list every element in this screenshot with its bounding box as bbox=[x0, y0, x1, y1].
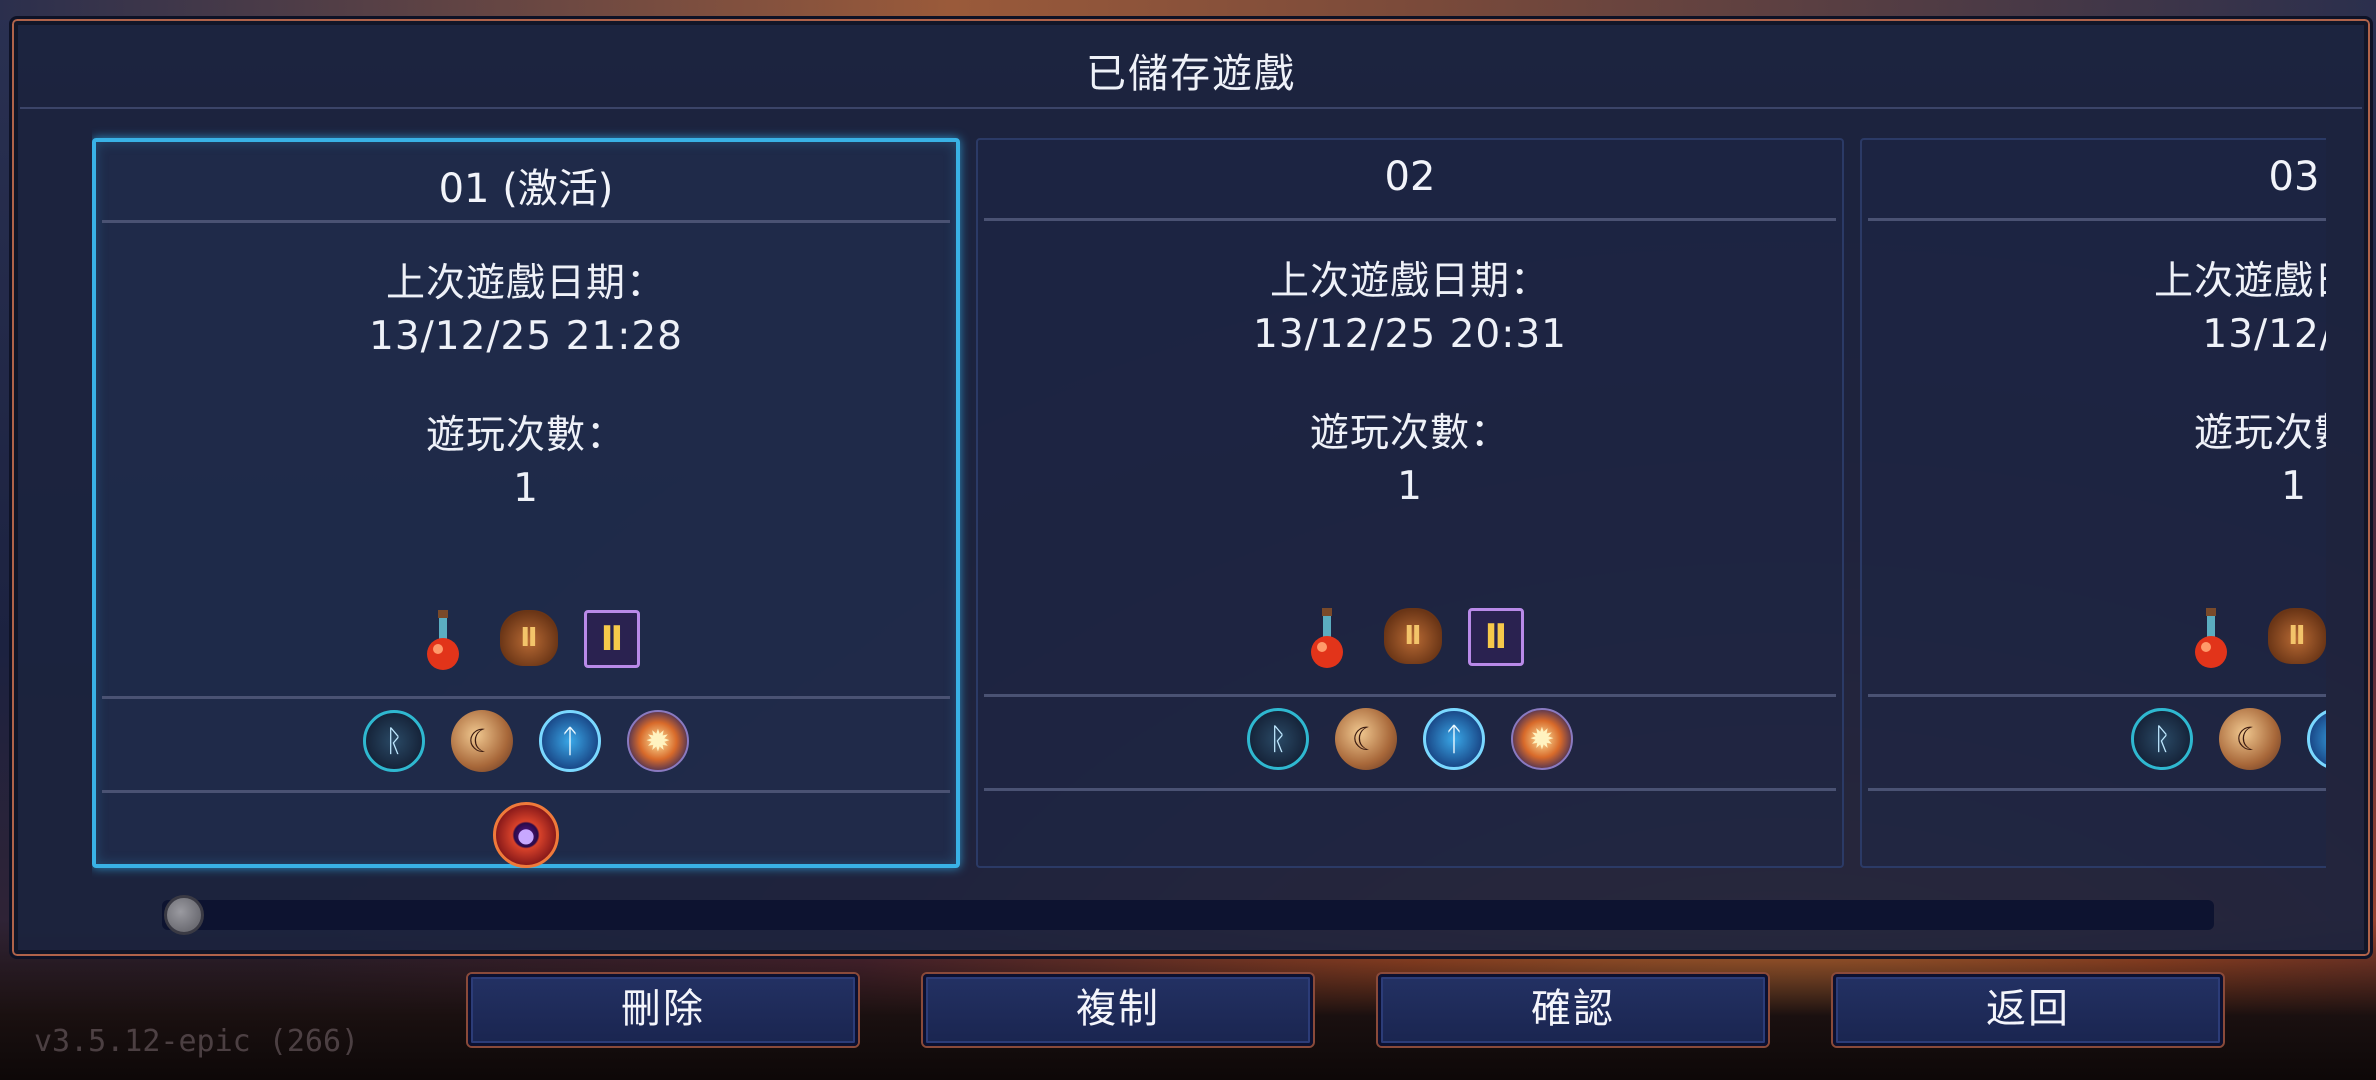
money-bag-icon: Ⅱ bbox=[1384, 608, 1442, 664]
play-count-label: 遊玩次數： bbox=[2193, 411, 2326, 456]
last-played-value: 13/12/25 bbox=[2202, 312, 2326, 357]
scroll-level-icon: Ⅱ bbox=[584, 610, 640, 668]
rune-icon: ᚱ bbox=[1247, 708, 1309, 770]
divider bbox=[102, 220, 950, 223]
confirm-button[interactable]: 確認 bbox=[1378, 974, 1768, 1046]
scroll-level-icon: Ⅱ bbox=[1468, 608, 1524, 666]
save-slot-01[interactable]: 01 (激活) 上次遊戲日期： 13/12/25 21:28 遊玩次數： 1 Ⅱ… bbox=[92, 138, 960, 868]
blue-rune-icon: ᛏ bbox=[2307, 708, 2326, 770]
divider bbox=[984, 788, 1836, 791]
title-divider bbox=[20, 107, 2362, 109]
slot-header: 02 bbox=[1384, 154, 1436, 200]
consumables-row: Ⅱ Ⅱ bbox=[978, 608, 1842, 670]
last-played-label: 上次遊戲日期： bbox=[1269, 259, 1550, 304]
rune-icon: ᚱ bbox=[2131, 708, 2193, 770]
panel-title: 已儲存遊戲 bbox=[1086, 51, 1296, 97]
last-played-value: 13/12/25 20:31 bbox=[1253, 312, 1567, 357]
last-played-label: 上次遊戲日期： bbox=[385, 261, 666, 306]
money-bag-icon: Ⅱ bbox=[2268, 608, 2326, 664]
copy-button[interactable]: 複制 bbox=[923, 974, 1313, 1046]
last-played-value: 13/12/25 21:28 bbox=[369, 314, 683, 359]
divider bbox=[984, 694, 1836, 697]
divider bbox=[102, 696, 950, 699]
play-count-value: 1 bbox=[1397, 464, 1423, 509]
save-slots-viewport: 01 (激活) 上次遊戲日期： 13/12/25 21:28 遊玩次數： 1 Ⅱ… bbox=[92, 119, 2326, 879]
delete-button[interactable]: 刪除 bbox=[468, 974, 858, 1046]
sun-icon: ✹ bbox=[1511, 708, 1573, 770]
money-bag-icon: Ⅱ bbox=[500, 610, 558, 666]
items-row: ᚱ ☾ ᛏ ✹ bbox=[96, 710, 956, 772]
version-label: v3.5.12-epic (266) bbox=[34, 1024, 360, 1059]
horn-icon: ☾ bbox=[2219, 708, 2281, 770]
horn-icon: ☾ bbox=[1335, 708, 1397, 770]
divider bbox=[1868, 218, 2326, 221]
play-count-label: 遊玩次數： bbox=[1309, 411, 1510, 456]
eye-orb-icon: ● bbox=[493, 802, 559, 868]
potion-icon bbox=[2180, 608, 2242, 670]
divider bbox=[102, 790, 950, 793]
save-slot-03[interactable]: 03 上次遊戲日期： 13/12/25 遊玩次數： 1 Ⅱ Ⅱ ᚱ ☾ ᛏ ✹ bbox=[1860, 138, 2326, 868]
blue-rune-icon: ᛏ bbox=[1423, 708, 1485, 770]
divider bbox=[1868, 694, 2326, 697]
last-played-label: 上次遊戲日期： bbox=[2153, 259, 2326, 304]
consumables-row: Ⅱ Ⅱ bbox=[1862, 608, 2326, 670]
play-count-value: 1 bbox=[2281, 464, 2307, 509]
relics-row: ● bbox=[96, 802, 956, 868]
items-row: ᚱ ☾ ᛏ ✹ bbox=[1862, 708, 2326, 770]
slot-header: 01 (激活) bbox=[438, 166, 614, 212]
back-button[interactable]: 返回 bbox=[1833, 974, 2223, 1046]
save-slot-02[interactable]: 02 上次遊戲日期： 13/12/25 20:31 遊玩次數： 1 Ⅱ Ⅱ ᚱ … bbox=[976, 138, 1844, 868]
play-count-label: 遊玩次數： bbox=[425, 413, 626, 458]
items-row: ᚱ ☾ ᛏ ✹ bbox=[978, 708, 1842, 770]
divider bbox=[1868, 788, 2326, 791]
potion-icon bbox=[1296, 608, 1358, 670]
play-count-value: 1 bbox=[513, 466, 539, 511]
blue-rune-icon: ᛏ bbox=[539, 710, 601, 772]
slot-header: 03 bbox=[2268, 154, 2320, 200]
consumables-row: Ⅱ Ⅱ bbox=[96, 610, 956, 672]
horn-icon: ☾ bbox=[451, 710, 513, 772]
scrollbar-thumb[interactable] bbox=[164, 895, 204, 935]
divider bbox=[984, 218, 1836, 221]
sun-icon: ✹ bbox=[627, 710, 689, 772]
horizontal-scrollbar[interactable] bbox=[162, 900, 2214, 930]
rune-icon: ᚱ bbox=[363, 710, 425, 772]
potion-icon bbox=[412, 610, 474, 672]
saved-games-panel: 已儲存遊戲 01 (激活) 上次遊戲日期： 13/12/25 21:28 遊玩次… bbox=[9, 16, 2373, 959]
